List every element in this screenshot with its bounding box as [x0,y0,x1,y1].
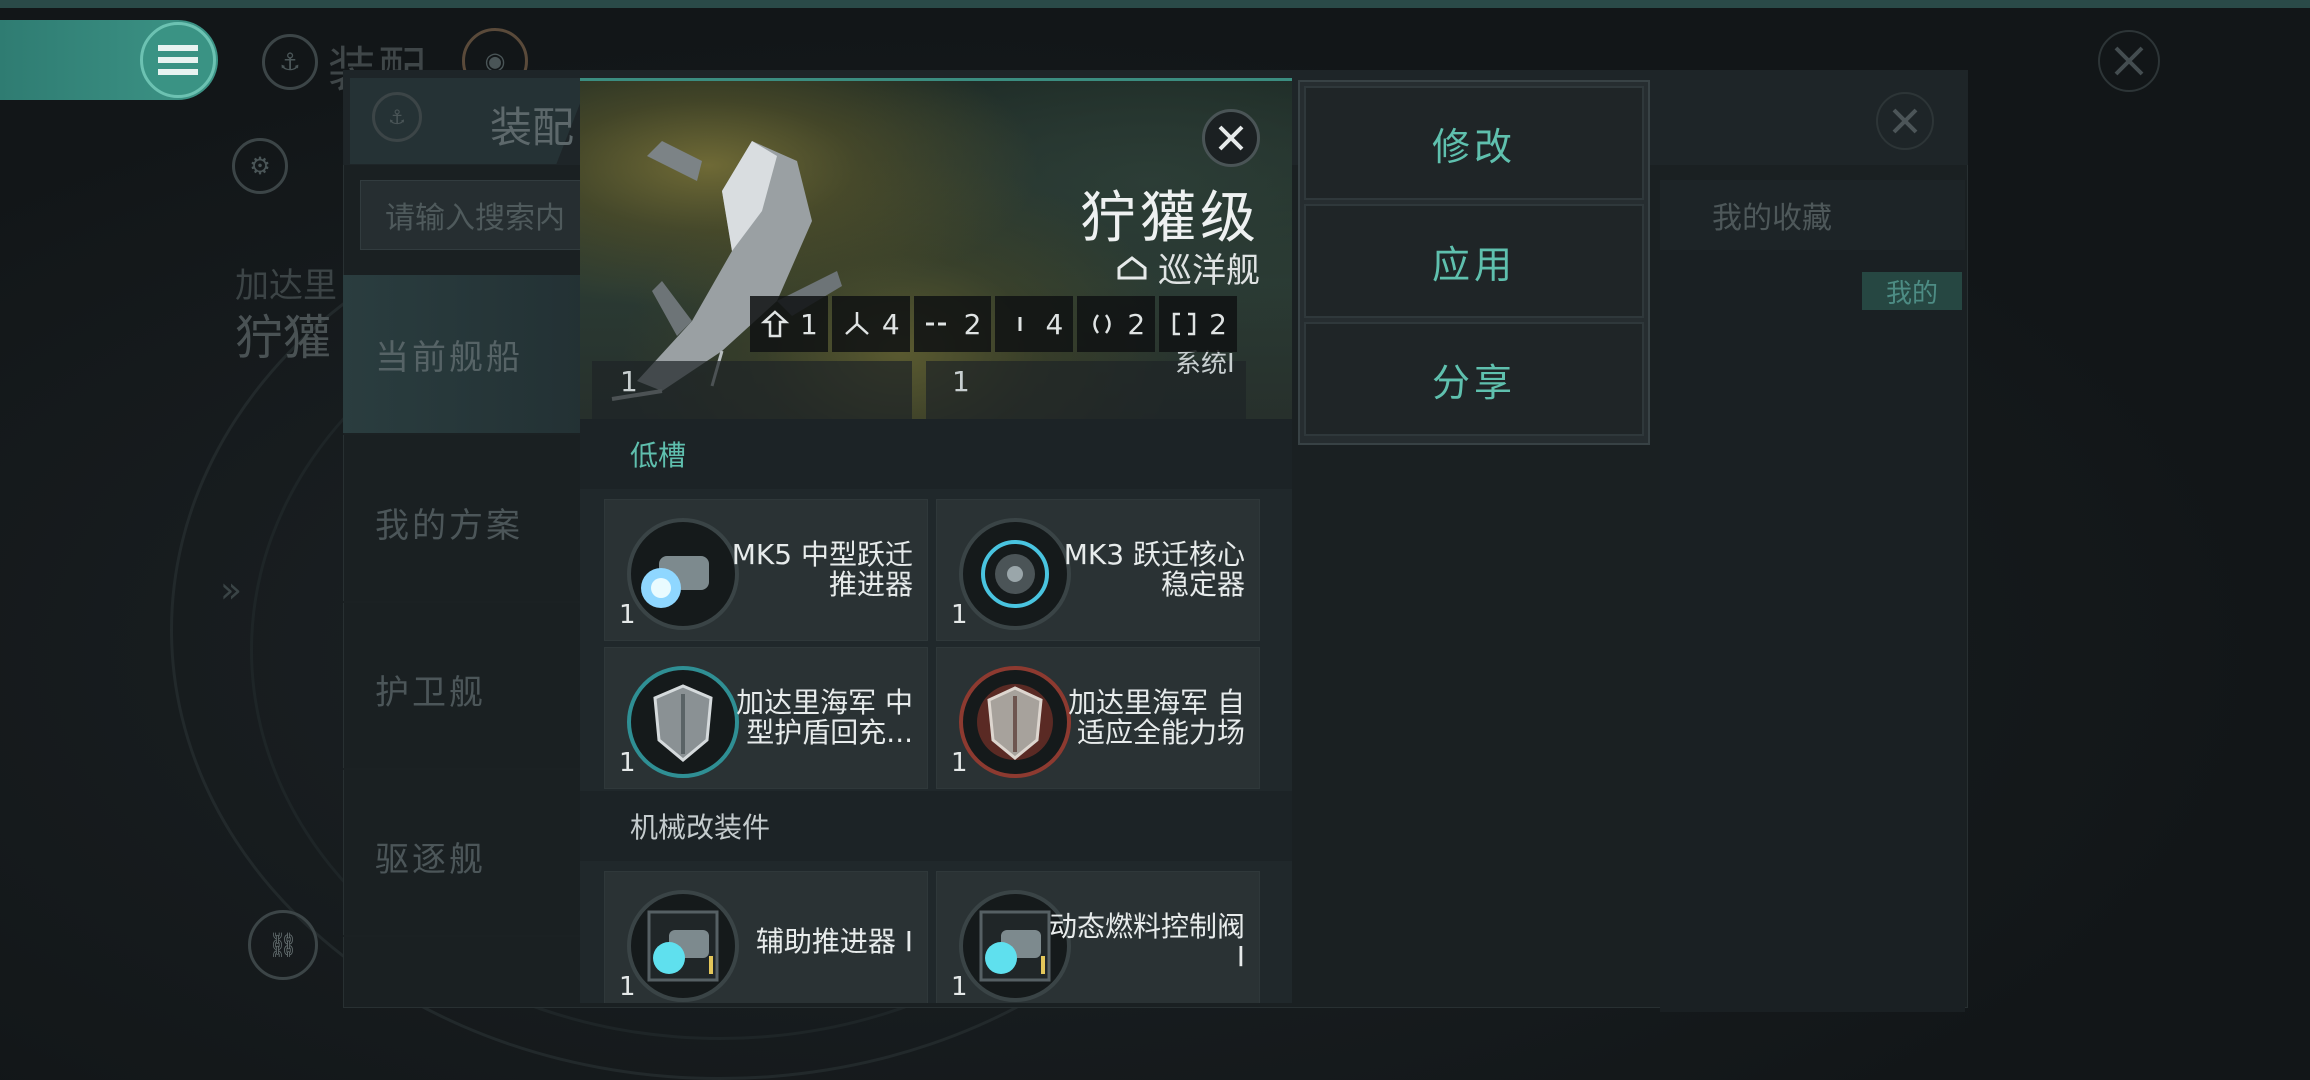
upper-slot-qty-left: 1 [620,365,638,398]
mid-slot-icon [1018,317,1022,331]
module-name: 加达里海军 中型护盾回充... [736,686,913,749]
module-qty: 1 [951,600,968,630]
low-slot-icon [1093,314,1112,334]
module-card[interactable]: 1 加达里海军 中型护盾回充... [604,647,928,789]
ship-image [611,141,842,401]
rig-slot-icon [1172,312,1196,336]
module-qty: 1 [951,972,968,1002]
close-icon [1892,108,1918,134]
background-ship-text: 狞獾 [235,310,332,366]
high-slot-icon [925,322,946,326]
ship-stats-bar: 1 4 2 4 2 2 [750,296,1237,352]
link-icon[interactable]: ⛓ [248,910,318,980]
drone-icon [760,310,790,338]
right-content-area [1660,212,1965,1012]
stat-mid-slot: 4 [995,296,1074,352]
ship-name: 狞獾级 [1080,186,1260,251]
module-name: 辅助推进器 I [755,925,913,958]
module-name: MK5 中型跃迁推进器 [731,538,913,601]
close-icon [2114,46,2144,76]
modify-button[interactable]: 修改 [1304,86,1644,200]
module-card[interactable]: 1 加达里海军 自适应全能力场 [936,647,1260,789]
fitting-settings-icon[interactable]: ⚙ [232,138,288,194]
expand-arrow-icon[interactable]: » [220,570,242,611]
ship-class: 巡洋舰 [1116,243,1260,292]
fitting-tab-icon: ⚓ [372,92,422,142]
stat-low-slot: 2 [1077,296,1156,352]
panel-close-button[interactable] [1876,92,1934,150]
module-name: 动态燃料控制阀 I [1048,910,1245,973]
detail-close-button[interactable] [1202,109,1260,167]
module-card[interactable]: 1 动态燃料控制阀 I [936,871,1260,1003]
menu-button[interactable] [140,22,216,98]
ship-detail-popup: 狞獾级 巡洋舰 1 1 系统I 1 4 2 4 2 2 低槽 1 MK5 中型跃… [580,78,1292,1003]
stat-drone-value: 1 [800,307,818,341]
action-menu: 修改 应用 分享 [1298,80,1650,445]
stat-drone: 1 [750,296,828,352]
top-accent-line [0,0,2310,8]
stat-low-slot-value: 2 [1127,307,1146,341]
section-title-low-slots: 低槽 [580,419,1292,489]
cruiser-icon [1117,255,1147,279]
module-qty: 1 [619,972,636,1002]
stat-high-slot: 2 [913,296,992,352]
sidebar-item-destroyer[interactable]: 驱逐舰 [343,777,583,937]
favorites-tab[interactable]: 我的收藏 [1660,180,1965,250]
module-qty: 1 [951,748,968,778]
module-name: 加达里海军 自适应全能力场 [1068,686,1245,749]
module-qty: 1 [619,600,636,630]
stat-turret: 4 [831,296,910,352]
stat-rig-slot: 2 [1159,296,1237,352]
module-qty: 1 [619,748,636,778]
fitting-panel-title: 装配 [490,103,575,152]
mine-tag[interactable]: 我的 [1862,272,1962,310]
section-title-rigs: 机械改装件 [580,791,1292,861]
stat-mid-slot-value: 4 [1045,307,1064,341]
upper-slot-qty-right: 1 [952,365,970,398]
apply-button[interactable]: 应用 [1304,204,1644,318]
stat-rig-slot-value: 2 [1209,307,1227,341]
background-close-button[interactable] [2098,30,2160,92]
search-input[interactable]: 请输入搜索内 [360,180,600,250]
module-name: MK3 跃迁核心稳定器 [1063,538,1245,601]
sidebar-item-frigate[interactable]: 护卫舰 [343,610,583,770]
stat-turret-value: 4 [881,307,900,341]
module-card[interactable]: 1 MK3 跃迁核心稳定器 [936,499,1260,641]
sidebar-item-my-fittings[interactable]: 我的方案 [343,443,583,603]
sidebar-item-current-ship[interactable]: 当前舰船 [343,275,583,435]
close-icon [1218,125,1244,151]
hamburger-icon [158,45,198,75]
module-card[interactable]: 1 MK5 中型跃迁推进器 [604,499,928,641]
upper-slot-peek-left [592,361,912,421]
ship-class-label: 巡洋舰 [1158,251,1260,291]
turret-icon [844,312,869,335]
fitting-icon: ⚓ [262,34,318,90]
share-button[interactable]: 分享 [1304,322,1644,436]
module-card[interactable]: 1 辅助推进器 I [604,871,928,1003]
stat-high-slot-value: 2 [963,307,982,341]
